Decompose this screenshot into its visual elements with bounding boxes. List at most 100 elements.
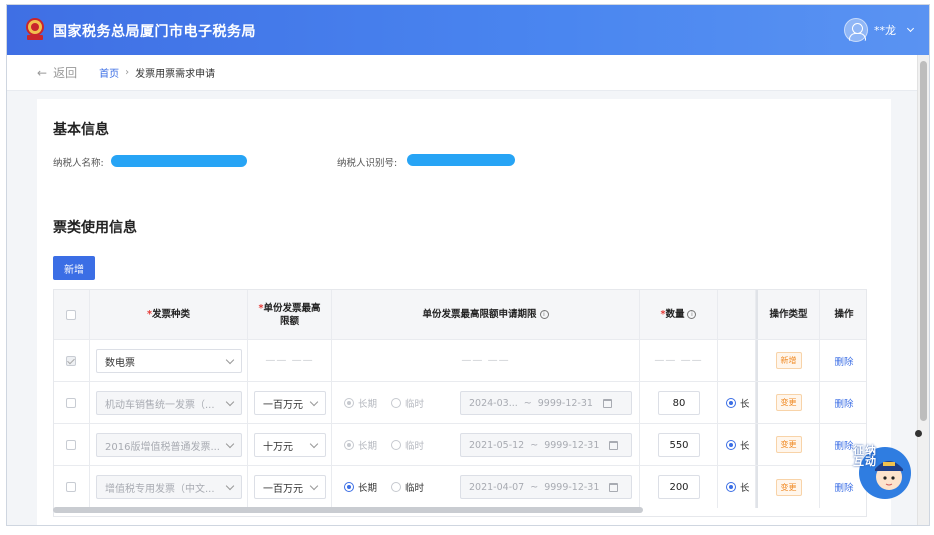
chevron-down-icon — [225, 439, 235, 448]
breadcrumb-home[interactable]: 首页 — [99, 65, 119, 80]
header-quantity: * 数量 i — [640, 290, 718, 339]
row-select-cell — [54, 466, 90, 508]
max-amount-select[interactable]: 一百万元 — [254, 391, 326, 415]
row-select-cell — [54, 424, 90, 465]
max-amount-select[interactable]: 一百万元 — [254, 475, 326, 499]
info-icon[interactable]: i — [539, 310, 549, 319]
date-range-picker[interactable]: 2021-04-07 ~9999-12-31 — [460, 475, 632, 499]
ticket-info-title: 票类使用信息 — [53, 220, 137, 236]
select-all-checkbox[interactable] — [66, 309, 76, 320]
quantity-cell: —— —— — [640, 340, 718, 381]
radio-temp[interactable]: 临时 — [391, 438, 424, 452]
user-name: **龙 — [874, 24, 896, 37]
radio-long-trail[interactable]: 长 — [726, 480, 750, 494]
blank-cell — [718, 340, 756, 381]
invoice-type-select[interactable]: 2016版增值税普通发票... — [96, 433, 242, 457]
radio-long-trail[interactable]: 长 — [726, 396, 750, 410]
radio-long-trail[interactable]: 长 — [726, 438, 750, 452]
calendar-icon — [609, 440, 619, 450]
op-cell: 删除 — [820, 382, 866, 423]
radio-dot — [391, 439, 402, 450]
quantity-cell: 550 — [640, 424, 718, 465]
op-type-cell: 新增 — [756, 340, 820, 381]
add-button[interactable]: 新增 — [53, 256, 95, 280]
radio-temp[interactable]: 临时 — [391, 396, 424, 410]
radio-long[interactable]: 长期 — [344, 480, 377, 494]
trail-cell: 长 — [718, 424, 756, 465]
op-type-cell: 变更 — [756, 466, 820, 508]
delete-link[interactable]: 删除 — [834, 396, 853, 410]
status-badge: 变更 — [775, 394, 802, 411]
assistant-mascot[interactable]: 征纳互动 — [849, 429, 913, 501]
max-amount-cell: 一百万元 — [248, 382, 332, 423]
header-invoice-type: * 发票种类 — [90, 290, 248, 339]
invoice-type-cell: 机动车销售统一发票（... — [90, 382, 248, 423]
radio-dot — [344, 482, 354, 492]
taxpayer-name-redacted — [111, 155, 247, 167]
table-row: 数电票 —— —— —— —— —— —— 新增 删除 — [54, 340, 866, 382]
ticket-table: * 发票种类 *单份发票最高 限额 单份发票最高限额申请期限 i * 数量 i 操作类型… — [53, 289, 867, 517]
chevron-down-icon — [309, 439, 319, 448]
invoice-type-cell: 数电票 — [90, 340, 248, 381]
invoice-type-select[interactable]: 机动车销售统一发票（... — [96, 391, 242, 415]
max-amount-select[interactable]: 十万元 — [254, 433, 326, 457]
quantity-input[interactable]: 200 — [658, 475, 700, 499]
trail-cell: 长 — [718, 382, 756, 423]
quantity-cell: 80 — [640, 382, 718, 423]
date-range-picker[interactable]: 2021-05-12 ~9999-12-31 — [460, 433, 632, 457]
delete-link[interactable]: 删除 — [834, 354, 853, 368]
invoice-type-select[interactable]: 增值税专用发票（中文... — [96, 475, 242, 499]
main-card: 基本信息 纳税人名称: 纳税人识别号: 票类使用信息 新增 * 发票种类 *单份发… — [37, 99, 891, 525]
max-amount-cell: 十万元 — [248, 424, 332, 465]
trail-cell: 长 — [718, 466, 756, 508]
row-checkbox[interactable] — [66, 397, 76, 408]
breadcrumb-separator: › — [125, 67, 130, 78]
user-menu[interactable]: **龙 — [844, 17, 915, 43]
row-checkbox[interactable] — [66, 482, 76, 492]
date-range-picker[interactable]: 2024-03... ~9999-12-31 — [460, 391, 632, 415]
quantity-input[interactable]: 550 — [658, 433, 700, 457]
vertical-scrollbar[interactable] — [917, 55, 929, 525]
taxpayer-id-label: 纳税人识别号: — [337, 158, 398, 169]
top-header: 国家税务总局厦门市电子税务局 **龙 — [7, 5, 929, 55]
radio-temp[interactable]: 临时 — [391, 480, 424, 494]
row-checkbox[interactable] — [66, 355, 76, 366]
invoice-type-select[interactable]: 数电票 — [96, 349, 242, 373]
breadcrumb: ← 返回 首页 › 发票用票需求申请 — [7, 55, 919, 91]
back-label: 返回 — [53, 66, 78, 80]
arrow-left-icon: ← — [37, 65, 48, 80]
horizontal-scrollbar[interactable] — [53, 507, 643, 513]
browser-window: 国家税务总局厦门市电子税务局 **龙 ← 返回 首页 › 发票用票需求申请 基本… — [6, 4, 930, 526]
quantity-cell: 200 — [640, 466, 718, 508]
info-icon[interactable]: i — [687, 310, 697, 319]
op-type-cell: 变更 — [756, 382, 820, 423]
mascot-close-icon[interactable] — [915, 430, 922, 437]
header-op: 操作 — [834, 309, 854, 320]
header-blank — [718, 290, 756, 339]
radio-dot — [344, 439, 354, 450]
status-badge: 新增 — [775, 352, 802, 369]
invoice-type-cell: 增值税专用发票（中文... — [90, 466, 248, 508]
radio-dot — [344, 397, 354, 408]
back-button[interactable]: ← 返回 — [37, 64, 77, 81]
row-select-cell — [54, 382, 90, 423]
max-amount-cell: —— —— — [248, 340, 332, 381]
radio-long[interactable]: 长期 — [344, 396, 377, 410]
table-header-row: * 发票种类 *单份发票最高 限额 单份发票最高限额申请期限 i * 数量 i 操作类型… — [54, 290, 866, 340]
radio-long[interactable]: 长期 — [344, 438, 377, 452]
screenshot-frame: 国家税务总局厦门市电子税务局 **龙 ← 返回 首页 › 发票用票需求申请 基本… — [0, 0, 934, 535]
row-checkbox[interactable] — [66, 439, 76, 450]
row-select-cell — [54, 340, 90, 381]
basic-info-title: 基本信息 — [53, 122, 109, 138]
table-row: 2016版增值税普通发票... 十万元 长期 临时 2021-05-12 ~999… — [54, 424, 866, 466]
quantity-input[interactable]: 80 — [658, 391, 700, 415]
radio-dot — [726, 482, 736, 492]
chevron-down-icon — [225, 355, 235, 364]
period-cell: 长期 临时 2021-05-12 ~9999-12-31 — [332, 424, 640, 465]
vertical-scrollbar-thumb[interactable] — [920, 61, 927, 421]
radio-dot — [391, 482, 402, 492]
chevron-down-icon — [225, 397, 235, 406]
table-row: 机动车销售统一发票（... 一百万元 长期 临时 2024-03... ~9999… — [54, 382, 866, 424]
calendar-icon — [609, 482, 619, 492]
op-cell: 删除 — [820, 340, 866, 381]
